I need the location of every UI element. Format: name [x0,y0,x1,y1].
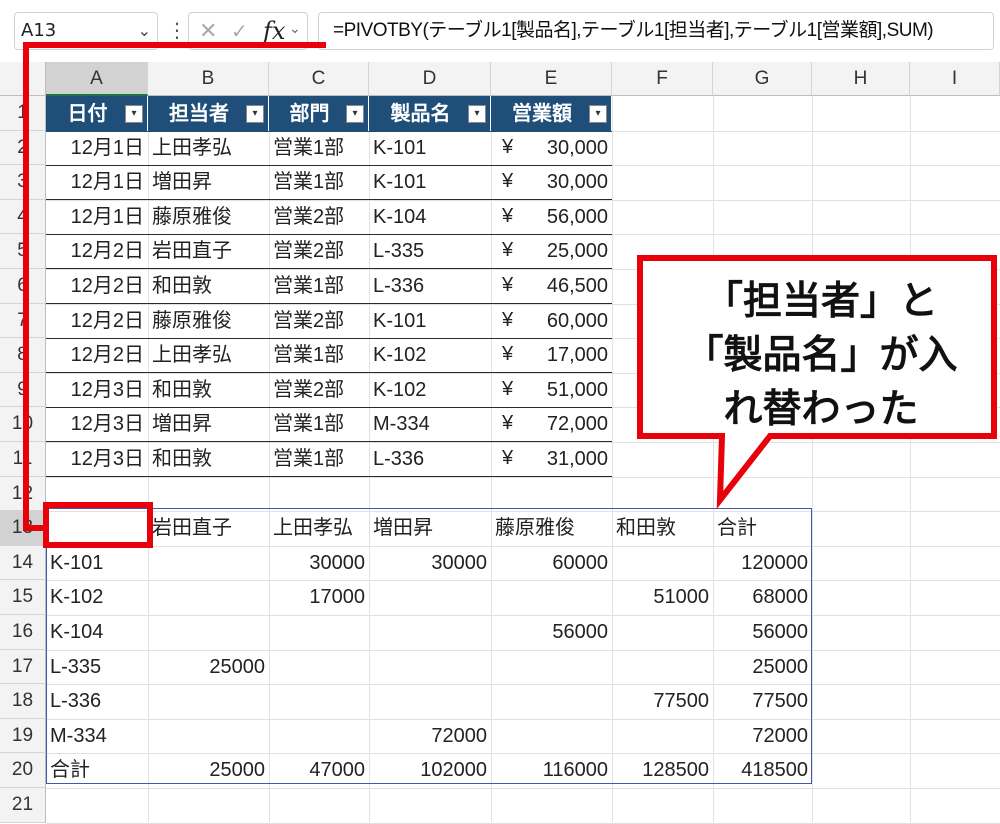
callout-text: 「担当者」と 「製品名」が入 れ替わった [648,275,994,437]
annotation-highlight-box [43,502,153,548]
callout-line: 「製品名」が入 [684,333,958,378]
callout-line: れ替わった [723,387,919,432]
annotation-arrow-line [23,42,326,531]
callout-line: 「担当者」と [703,279,938,324]
gridline-horizontal [46,822,1000,824]
